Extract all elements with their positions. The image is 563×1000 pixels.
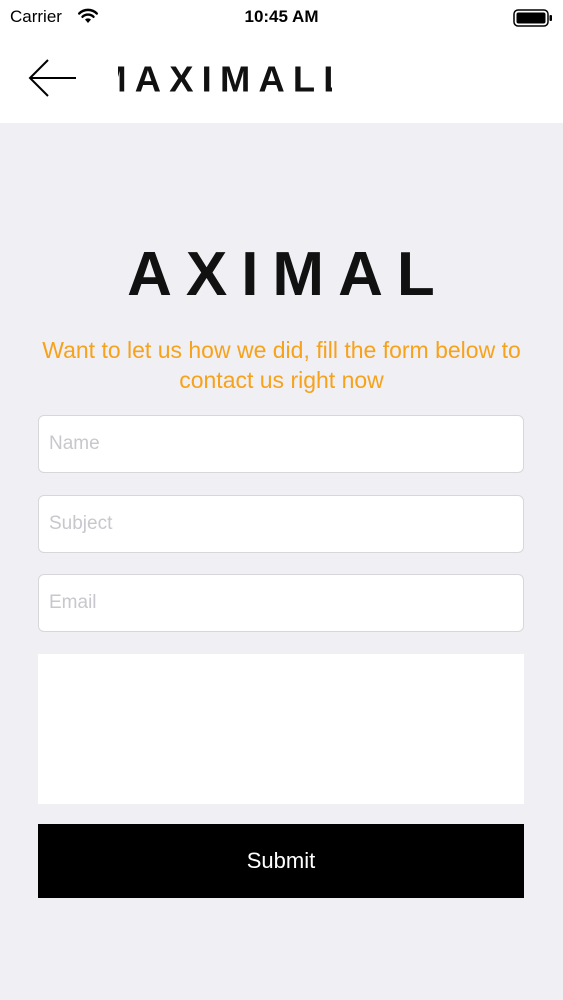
subject-field[interactable]: [38, 495, 524, 553]
header-logo: MAXIMALL: [96, 58, 345, 99]
message-field[interactable]: [38, 654, 524, 804]
status-bar: Carrier 10:45 AM: [0, 0, 563, 34]
clock: 10:45 AM: [244, 7, 319, 26]
name-field[interactable]: [38, 415, 524, 473]
navigation-bar: MAXIMALL: [0, 34, 563, 123]
submit-button[interactable]: Submit: [38, 824, 524, 898]
arrow-left-icon: [28, 59, 76, 97]
battery-icon: [513, 9, 553, 32]
back-button[interactable]: [22, 56, 82, 100]
svg-text:MAXIMALL: MAXIMALL: [118, 61, 332, 95]
main-logo: MAXIMALL: [61, 240, 486, 309]
intro-text: Want to let us how we did, fill the form…: [42, 337, 521, 393]
contact-form-screen: MAXIMALL Want to let us how we did, fill…: [0, 123, 563, 1000]
email-field[interactable]: [38, 574, 524, 632]
svg-text:MAXIMALL: MAXIMALL: [112, 243, 450, 301]
